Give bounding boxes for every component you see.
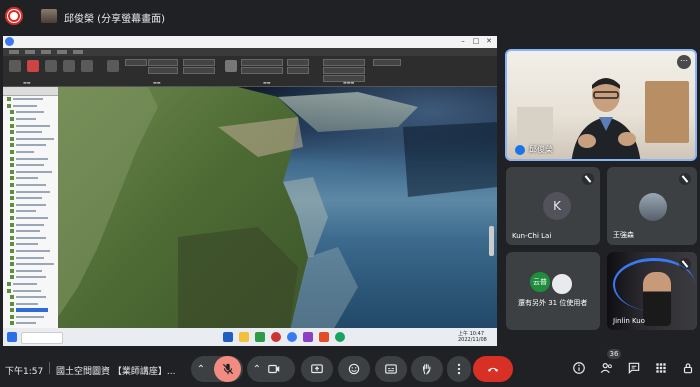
present-button[interactable] [301, 356, 333, 382]
ribbon-tabs [3, 48, 497, 56]
participant-name: 王強森 [613, 231, 634, 239]
more-options-button[interactable] [447, 356, 471, 382]
ribbon-button[interactable] [27, 60, 39, 72]
app-ribbon: ▬▬ ▬▬ ▬▬ ▬▬▬ [3, 56, 497, 87]
participant-tile-wang[interactable]: 王強森 [607, 167, 697, 245]
avatar: K [543, 192, 571, 220]
3d-terrain-view[interactable] [58, 87, 497, 339]
participant-tile-presenter[interactable]: 邱俊榮 ⋯ [505, 49, 697, 161]
divider [49, 362, 50, 374]
participant-tile-kun-chi-lai[interactable]: K Kun-Chi Lai [506, 167, 600, 245]
leave-call-button[interactable] [473, 356, 513, 382]
app-icon[interactable] [271, 332, 281, 342]
meeting-clock: 下午1:57 [5, 367, 44, 377]
chat-icon [628, 362, 640, 375]
captions-icon [385, 364, 397, 374]
presenter-avatar [41, 9, 57, 23]
start-icon[interactable] [7, 332, 17, 342]
participant-name: Kun-Chi Lai [512, 232, 552, 240]
mic-off-icon [679, 173, 691, 185]
shared-screen: – □ ✕ ▬▬ ▬▬ ▬▬ ▬▬▬ [3, 36, 497, 346]
ribbon-button[interactable] [45, 60, 57, 72]
avatar: 云普 [530, 272, 550, 292]
speaking-indicator-icon [515, 145, 525, 155]
others-count: 還有另外 31 位使用者 [518, 299, 588, 307]
record-icon[interactable] [5, 7, 23, 25]
windows-taskbar: 上午 10:47 2022/11/08 [3, 328, 497, 346]
avatar [639, 193, 667, 221]
mic-toggle-button[interactable] [214, 356, 241, 382]
chat-button[interactable] [626, 360, 642, 376]
maximize-icon[interactable]: □ [470, 37, 482, 46]
map-zoom-slider[interactable] [489, 226, 494, 256]
present-icon [311, 364, 323, 374]
info-icon [573, 362, 585, 374]
ribbon-button[interactable] [9, 60, 21, 72]
search-box[interactable] [21, 332, 63, 344]
participant-tile-jinlin-kuo[interactable]: Jinlin Kuo [607, 252, 697, 330]
meeting-title: 國土空間圖資 【業師講座】... [56, 367, 176, 377]
layer-tree-panel[interactable] [3, 87, 59, 346]
participant-count-badge: 36 [607, 349, 621, 359]
app-icon[interactable] [239, 332, 249, 342]
ribbon-button[interactable] [107, 60, 119, 72]
avatar [550, 272, 574, 296]
ribbon-button[interactable] [63, 60, 75, 72]
taskbar-time: 上午 10:47 [458, 331, 484, 337]
people-icon [600, 363, 612, 374]
more-options-icon[interactable]: ⋯ [677, 55, 691, 69]
app-icon[interactable] [287, 332, 297, 342]
app-icon[interactable] [223, 332, 233, 342]
participant-name: 邱俊榮 [529, 145, 553, 154]
app-icon[interactable] [319, 332, 329, 342]
activities-button[interactable] [653, 360, 669, 376]
info-button[interactable] [571, 360, 587, 376]
close-icon[interactable]: ✕ [483, 37, 495, 46]
emoji-button[interactable] [338, 356, 370, 382]
captions-button[interactable] [375, 356, 407, 382]
terrain-graphic [58, 87, 497, 339]
app-icon[interactable] [303, 332, 313, 342]
host-controls-button[interactable] [680, 360, 696, 376]
participant-name: Jinlin Kuo [613, 317, 645, 325]
mic-off-icon [679, 258, 691, 270]
emoji-icon [348, 363, 360, 375]
lock-icon [683, 363, 693, 374]
presenter-title: 邱俊榮 (分享螢幕畫面) [64, 14, 165, 25]
people-button[interactable] [599, 360, 615, 376]
camera-control: ⌃ [247, 356, 295, 382]
participant-video [571, 78, 641, 159]
activities-icon [656, 363, 666, 373]
mic-off-icon [222, 363, 233, 375]
mic-off-icon [582, 173, 594, 185]
ribbon-button[interactable] [81, 60, 93, 72]
ribbon-button[interactable] [225, 60, 237, 72]
more-icon [457, 363, 461, 375]
mic-options-chevron-icon[interactable]: ⌃ [191, 364, 211, 375]
leave-call-icon [487, 367, 499, 372]
minimize-icon[interactable]: – [457, 37, 469, 46]
app-icon[interactable] [335, 332, 345, 342]
camera-icon[interactable] [267, 362, 281, 376]
taskbar-date: 2022/11/08 [458, 337, 487, 343]
raise-hand-button[interactable] [411, 356, 443, 382]
participant-tile-others[interactable]: 云普 還有另外 31 位使用者 [506, 252, 600, 330]
raise-hand-icon [422, 363, 431, 375]
app-icon[interactable] [255, 332, 265, 342]
app-logo-icon [5, 37, 14, 46]
camera-options-chevron-icon[interactable]: ⌃ [247, 364, 267, 375]
